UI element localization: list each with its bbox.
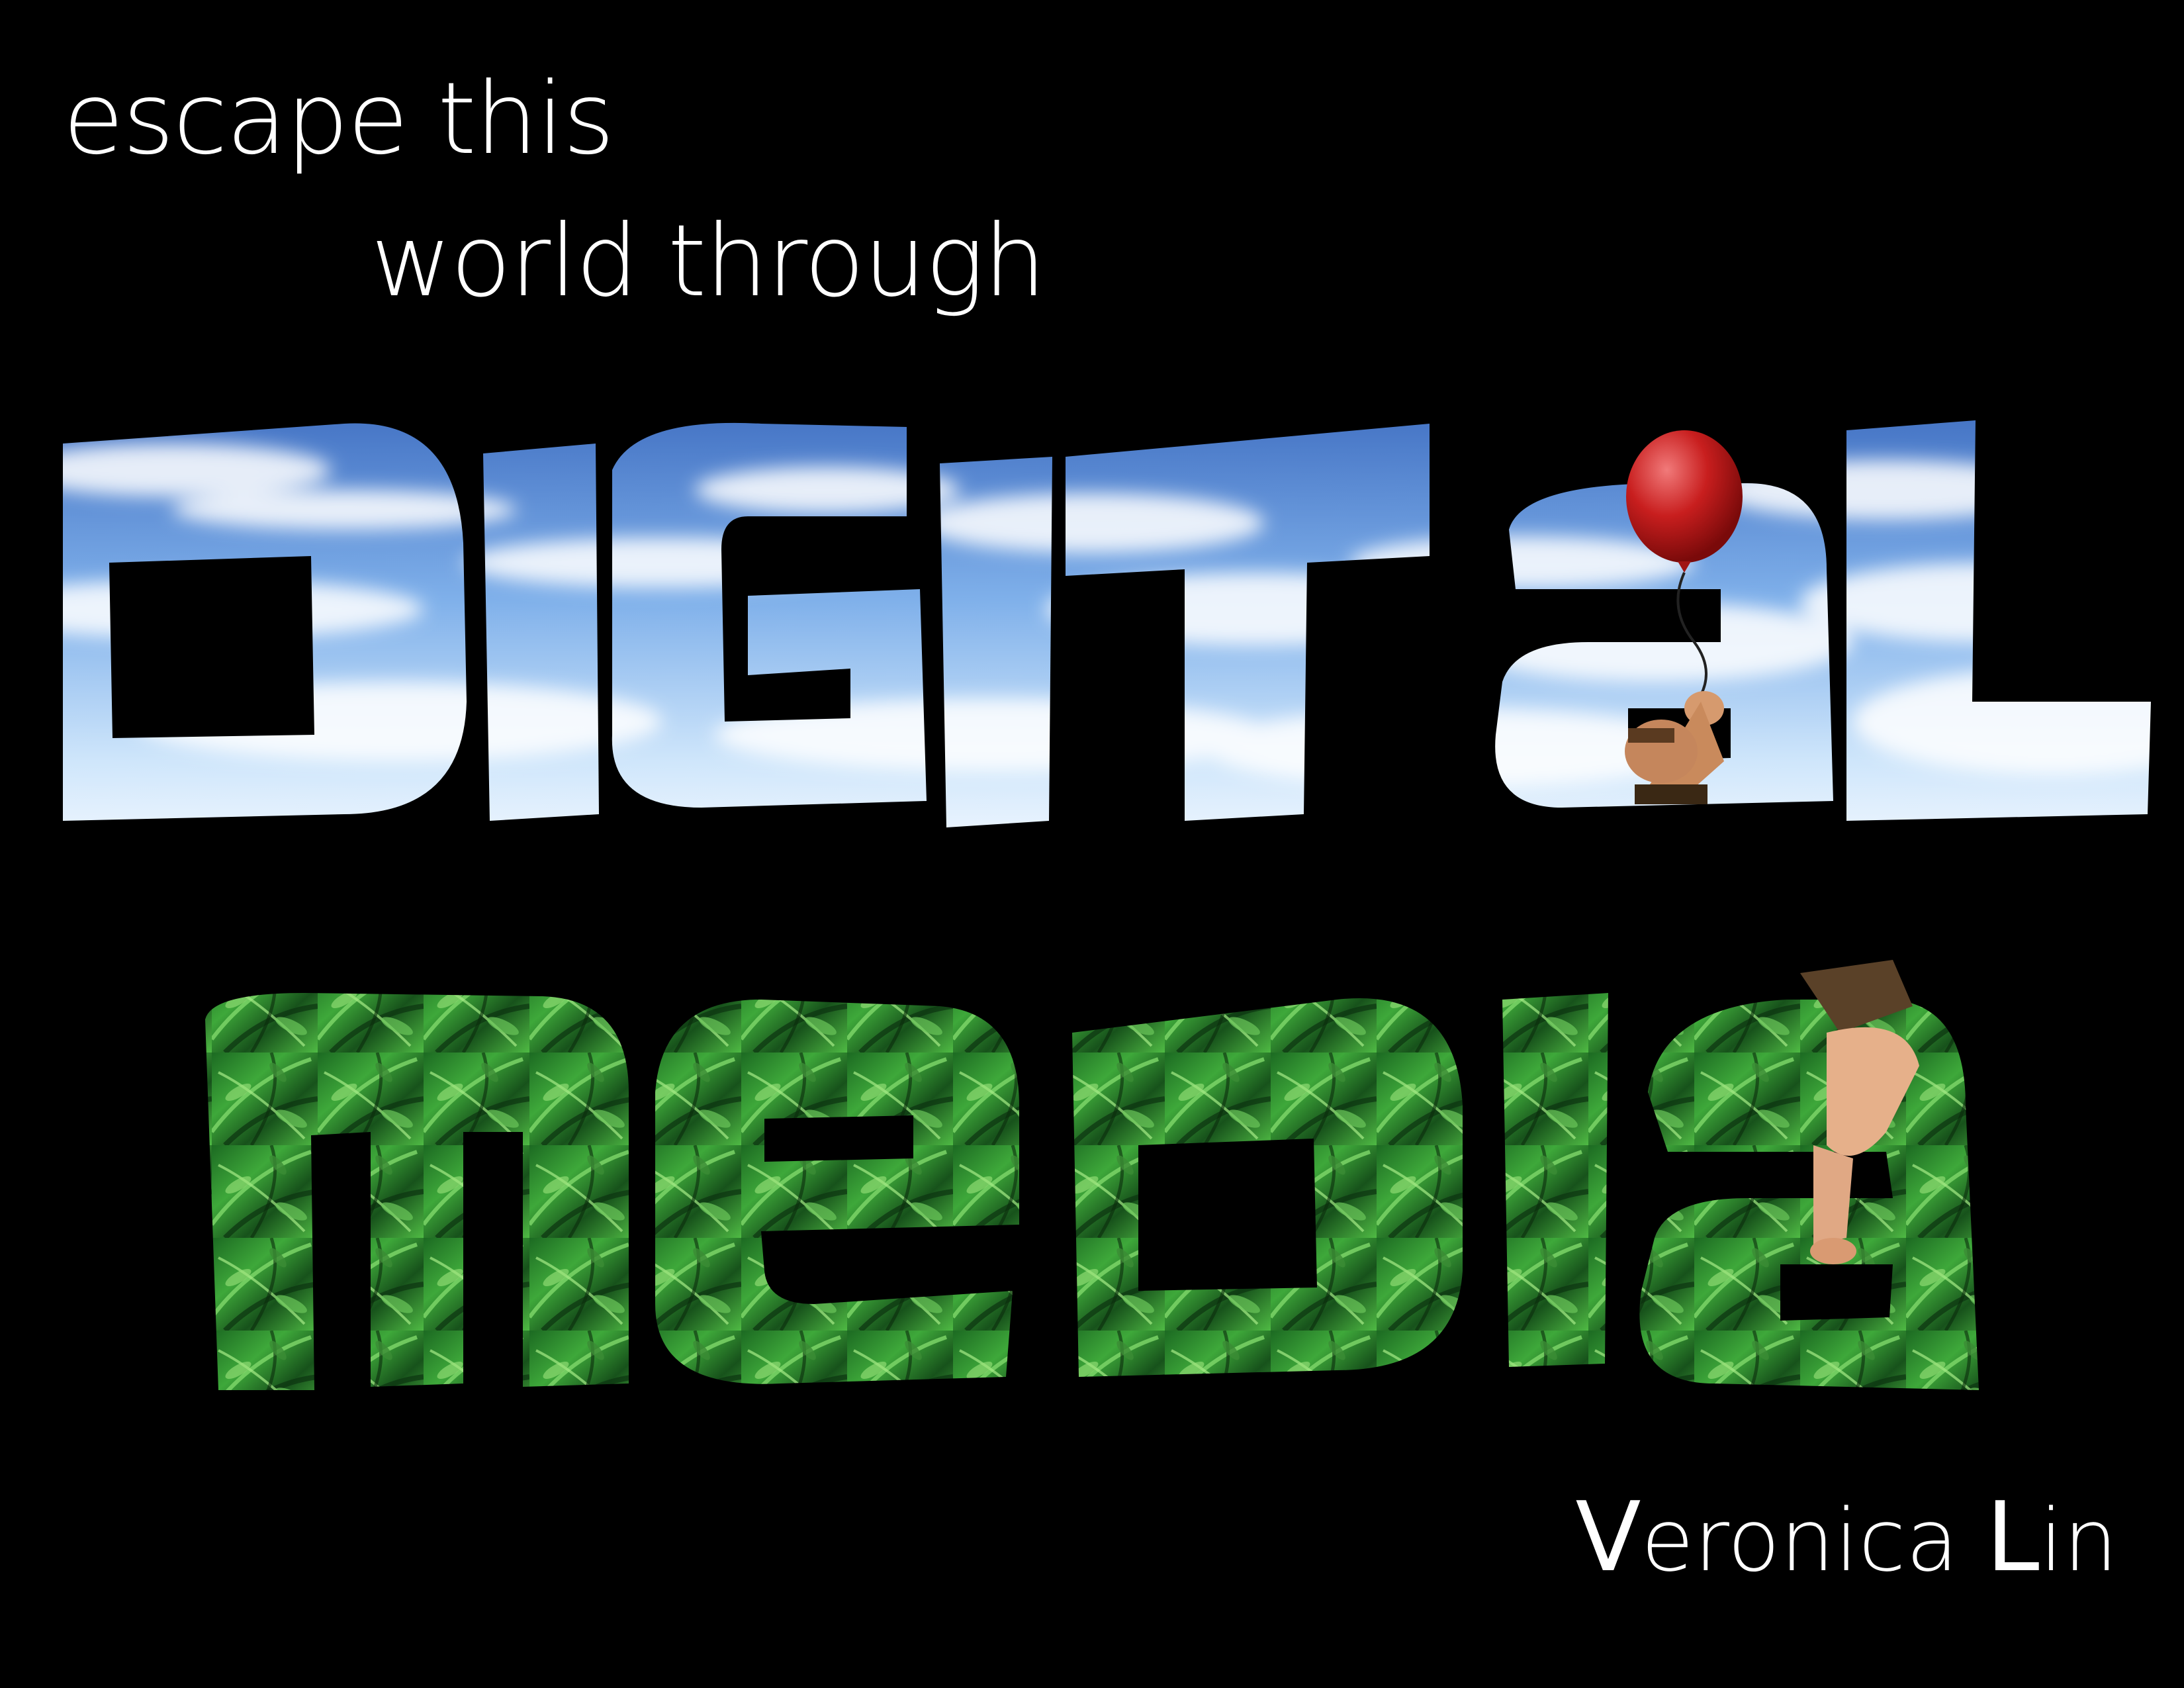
title-word-media [205, 960, 1979, 1390]
letter-i-media [1502, 993, 1608, 1367]
title-word-digital [63, 420, 2151, 827]
letter-a-media [1639, 1000, 1979, 1390]
letter-l [1846, 420, 2151, 821]
letter-i-2 [940, 457, 1052, 827]
letter-e [655, 1000, 1019, 1384]
letter-d [63, 423, 467, 821]
tagline-line-1: escape this [63, 62, 615, 177]
author-signature: Veronica Lin [1575, 1489, 2118, 1585]
letter-t [1066, 424, 1430, 821]
tagline-line-2: world through [371, 204, 1046, 319]
author-last-rest: in [2039, 1490, 2118, 1591]
author-last-initial: L [1985, 1481, 2040, 1593]
letter-g [612, 422, 927, 808]
letter-i-1 [483, 444, 599, 821]
author-first-rest: eronica [1641, 1490, 1959, 1591]
author-first-initial: V [1575, 1481, 1641, 1593]
letter-d-media [1072, 998, 1463, 1377]
letter-m [205, 993, 629, 1390]
